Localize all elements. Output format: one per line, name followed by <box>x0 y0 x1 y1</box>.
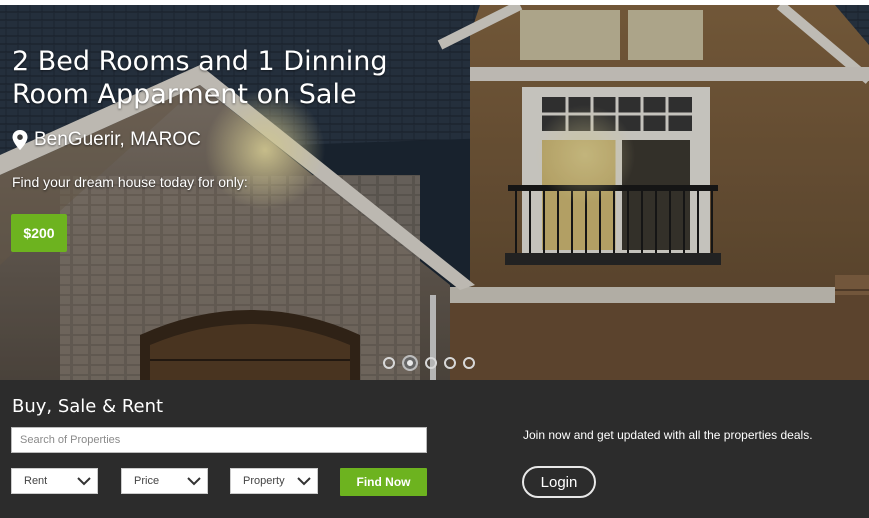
price-select[interactable]: Price <box>121 468 208 494</box>
tagline: Find your dream house today for only: <box>12 174 248 190</box>
join-text: Join now and get updated with all the pr… <box>523 428 813 442</box>
slider-dot-4[interactable] <box>444 357 456 369</box>
price-select-label: Price <box>134 475 160 487</box>
location-text: BenGuerir, MAROC <box>34 129 201 150</box>
slider-dot-1[interactable] <box>383 357 395 369</box>
search-panel: Buy, Sale & Rent Rent Price Property Fin… <box>0 380 869 518</box>
property-select-label: Property <box>243 475 285 487</box>
property-select[interactable]: Property <box>230 468 318 494</box>
listing-title: 2 Bed Rooms and 1 Dinning Room Apparment… <box>12 45 392 111</box>
find-now-button[interactable]: Find Now <box>340 468 427 496</box>
hero-banner: 2 Bed Rooms and 1 Dinning Room Apparment… <box>0 5 869 380</box>
slider-dots <box>383 355 475 371</box>
rent-select[interactable]: Rent <box>11 468 98 494</box>
chevron-down-icon <box>187 477 201 486</box>
slider-dot-2[interactable] <box>402 355 418 371</box>
chevron-down-icon <box>77 477 91 486</box>
listing-location: BenGuerir, MAROC <box>12 129 201 151</box>
search-input[interactable] <box>11 427 427 453</box>
price-badge[interactable]: $200 <box>11 214 67 252</box>
chevron-down-icon <box>297 477 311 486</box>
login-button[interactable]: Login <box>522 466 596 498</box>
rent-select-label: Rent <box>24 475 48 487</box>
slider-dot-5[interactable] <box>463 357 475 369</box>
listing-title-line-1: 2 Bed Rooms and 1 Dinning <box>12 46 388 77</box>
map-pin-icon <box>12 130 28 150</box>
slider-dot-3[interactable] <box>425 357 437 369</box>
listing-title-line-2: Room Apparment on Sale <box>12 79 357 110</box>
search-title: Buy, Sale & Rent <box>12 396 164 417</box>
